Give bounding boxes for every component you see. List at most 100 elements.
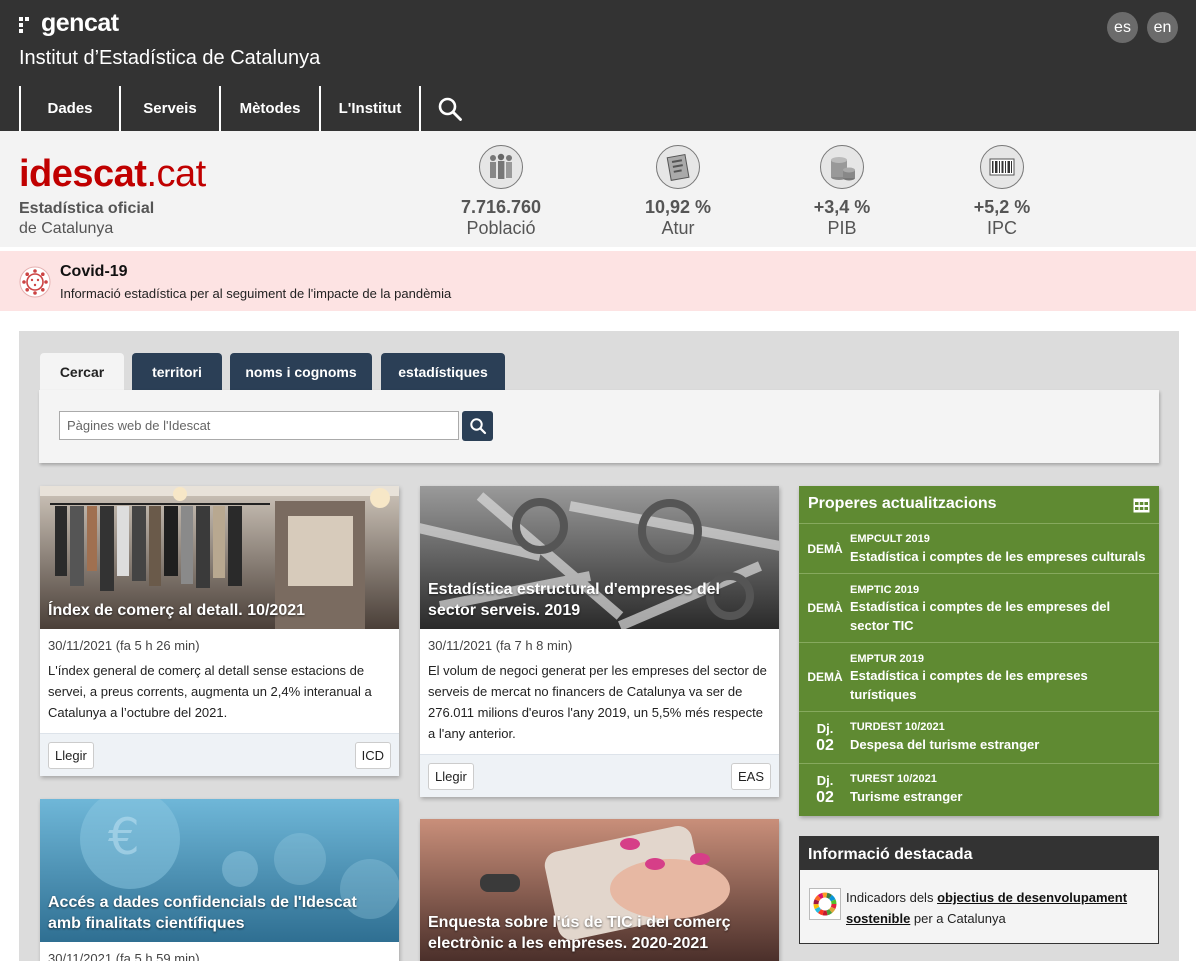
update-name: Estadística i comptes de les empreses cu… (850, 549, 1146, 564)
news-card[interactable]: Estadística estructural d'empreses del s… (420, 486, 779, 797)
featured-text-before: Indicadors dels (846, 890, 938, 905)
card-text: El volum de negoci generat per les empre… (428, 663, 767, 741)
card-image-clothes: Índex de comerç al detall. 10/2021 (40, 486, 399, 629)
tab-noms-cognoms[interactable]: noms i cognoms (230, 353, 372, 391)
code-button[interactable]: ICD (354, 742, 391, 769)
stat-label: Atur (661, 218, 695, 238)
institute-name[interactable]: Institut d’Estadística de Catalunya (19, 47, 320, 70)
read-button[interactable]: Llegir (48, 742, 94, 769)
search-input[interactable]: Pàgines web de l'Idescat (59, 411, 459, 440)
card-title[interactable]: Índex de comerç al detall. 10/2021 (48, 600, 383, 621)
update-name: Estadística i comptes de les empreses tu… (850, 668, 1088, 702)
gencat-dots-icon (19, 17, 35, 33)
stat-poblacio[interactable]: 7.716.760 Població (431, 145, 571, 239)
covid-title: Covid-19 (60, 263, 128, 280)
update-code: EMPTUR 2019 (850, 653, 924, 665)
main-content: Cercar territori noms i cognoms estadíst… (19, 331, 1179, 961)
news-card[interactable]: € Accés a dades confidencials de l'Idesc… (40, 799, 399, 961)
gencat-label: gencat (41, 9, 119, 37)
updates-title: Properes actualitzacions (808, 495, 997, 512)
stat-value: 10,92 % (644, 197, 712, 217)
virus-icon (19, 266, 51, 298)
card-text: L'índex general de comerç al detall sens… (48, 663, 372, 720)
stat-label: Població (466, 218, 536, 238)
featured-title: Informació destacada (800, 837, 1158, 870)
update-when-num: 02 (816, 789, 834, 806)
code-button[interactable]: EAS (730, 763, 771, 790)
news-card[interactable]: Índex de comerç al detall. 10/2021 30/11… (40, 486, 399, 776)
brand-subtitle: de Catalunya (19, 220, 114, 237)
stat-atur[interactable]: 10,92 % Atur (608, 145, 748, 239)
gencat-logo[interactable]: gencat (19, 9, 119, 38)
stat-value: +3,4 % (813, 197, 871, 217)
update-name: Despesa del turisme estranger (850, 737, 1040, 752)
calendar-table-icon[interactable] (1133, 498, 1150, 513)
main-nav: Dades Serveis Mètodes L'Institut (19, 86, 479, 131)
upcoming-updates-panel: Properes actualitzacions DEMÀ EMPCULT 20… (799, 486, 1159, 816)
search-panel: Pàgines web de l'Idescat (39, 390, 1159, 463)
news-card[interactable]: Enquesta sobre l'ús de TIC i del comerç … (420, 819, 779, 961)
nav-item-institut[interactable]: L'Institut (319, 86, 419, 131)
card-date: 30/11/2021 (fa 5 h 59 min) (48, 951, 200, 961)
sdg-wheel-icon (809, 888, 841, 920)
card-footer: Llegir EAS (420, 754, 779, 797)
nav-item-dades[interactable]: Dades (19, 86, 119, 131)
featured-body: Indicadors dels objectius de desenvolupa… (800, 870, 1158, 944)
covid-text: Informació estadística per al seguiment … (60, 286, 452, 301)
update-item[interactable]: DEMÀ EMPTUR 2019 Estadística i comptes d… (799, 642, 1159, 711)
card-title[interactable]: Accés a dades confidencials de l'Idescat… (48, 892, 383, 934)
document-icon (656, 145, 700, 189)
card-date: 30/11/2021 (fa 5 h 26 min) (48, 638, 200, 653)
nav-search-button[interactable] (419, 86, 479, 131)
search-submit-button[interactable] (462, 411, 493, 441)
update-when-num: 02 (816, 737, 834, 754)
lang-en-button[interactable]: en (1147, 12, 1178, 43)
stat-pib[interactable]: +3,4 % PIB (772, 145, 912, 239)
featured-info-panel: Informació destacada Indicadors dels obj… (799, 836, 1159, 944)
update-item[interactable]: Dj. 02 TUREST 10/2021 Turisme estranger (799, 763, 1159, 816)
nav-item-metodes[interactable]: Mètodes (219, 86, 319, 131)
read-button[interactable]: Llegir (428, 763, 474, 790)
stat-value: 7.716.760 (460, 197, 542, 217)
stat-ipc[interactable]: +5,2 % IPC (932, 145, 1072, 239)
stat-value: +5,2 % (973, 197, 1031, 217)
update-when: DEMÀ (807, 542, 843, 556)
nav-item-serveis[interactable]: Serveis (119, 86, 219, 131)
card-date: 30/11/2021 (fa 7 h 8 min) (428, 638, 573, 653)
update-when-day: Dj. (816, 773, 834, 788)
stat-label: IPC (986, 218, 1017, 238)
tab-territori[interactable]: territori (132, 353, 222, 391)
lang-es-button[interactable]: es (1107, 12, 1138, 43)
stat-label: PIB (827, 218, 857, 238)
idescat-logo[interactable]: idescat.cat (19, 153, 206, 196)
update-name: Estadística i comptes de les empreses de… (850, 599, 1111, 633)
people-icon (479, 145, 523, 189)
brand-subtitle-bold: Estadística oficial (19, 200, 155, 217)
logo-suffix: .cat (146, 153, 206, 195)
tab-estadistiques[interactable]: estadístiques (381, 353, 505, 391)
update-code: EMPTIC 2019 (850, 584, 920, 596)
update-code: TUREST 10/2021 (850, 773, 937, 785)
card-title[interactable]: Enquesta sobre l'ús de TIC i del comerç … (428, 912, 763, 954)
card-title[interactable]: Estadística estructural d'empreses del s… (428, 579, 763, 621)
coins-icon (820, 145, 864, 189)
search-icon (438, 97, 462, 121)
update-code: TURDEST 10/2021 (850, 721, 945, 733)
update-name: Turisme estranger (850, 789, 963, 804)
card-footer: Llegir ICD (40, 733, 399, 776)
svg-text:€: € (108, 808, 140, 866)
card-image-data: € Accés a dades confidencials de l'Idesc… (40, 799, 399, 942)
update-item[interactable]: DEMÀ EMPTIC 2019 Estadística i comptes d… (799, 573, 1159, 642)
update-when-day: Dj. (816, 721, 834, 736)
logo-main: idescat (19, 153, 147, 195)
search-icon (469, 418, 486, 435)
update-item[interactable]: DEMÀ EMPCULT 2019 Estadística i comptes … (799, 523, 1159, 573)
update-code: EMPCULT 2019 (850, 533, 930, 545)
update-when: DEMÀ (807, 601, 843, 615)
card-image-tools: Estadística estructural d'empreses del s… (420, 486, 779, 629)
card-image-phone: Enquesta sobre l'ús de TIC i del comerç … (420, 819, 779, 961)
tab-cercar[interactable]: Cercar (40, 353, 124, 391)
update-item[interactable]: Dj. 02 TURDEST 10/2021 Despesa del turis… (799, 711, 1159, 763)
brand-band: idescat.cat Estadística oficial de Catal… (0, 131, 1196, 247)
covid-banner[interactable]: Covid-19 Informació estadística per al s… (0, 251, 1196, 311)
